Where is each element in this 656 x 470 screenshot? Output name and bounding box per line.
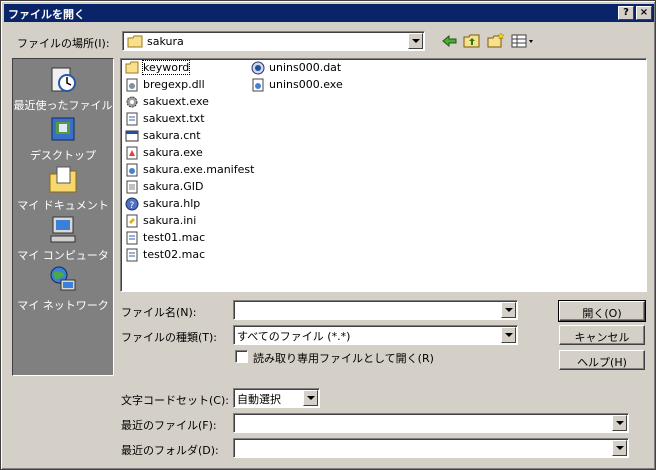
help-title-button[interactable]: ?: [618, 6, 634, 20]
open-button[interactable]: 開く(O): [558, 300, 646, 322]
help-file-icon: ?: [125, 197, 139, 211]
back-arrow-icon[interactable]: [441, 33, 459, 49]
close-title-button[interactable]: ×: [636, 6, 652, 20]
lookin-label: ファイルの場所(I):: [17, 37, 110, 50]
text-file-icon: [126, 248, 138, 262]
recent-file-label: 最近のファイル(F):: [121, 419, 217, 432]
filetype-value: すべてのファイル (*.*): [237, 330, 351, 343]
gid-file-icon: [126, 180, 138, 194]
lookin-dropdown-button[interactable]: [408, 33, 423, 49]
title-bar[interactable]: ファイルを開く ? ×: [4, 4, 654, 22]
my-documents-icon: [49, 166, 77, 193]
cancel-button[interactable]: キャンセル: [559, 325, 645, 345]
up-folder-icon[interactable]: [463, 33, 481, 49]
place-desktop[interactable]: デスクトップ: [13, 115, 113, 163]
my-network-icon: [50, 266, 76, 291]
readonly-label: 読み取り専用ファイルとして開く(R): [253, 352, 434, 365]
desktop-icon: [51, 117, 75, 141]
new-folder-icon[interactable]: [487, 33, 505, 49]
recent-file-combo[interactable]: [233, 413, 629, 433]
open-file-dialog: ファイルを開く ? × ファイルの場所(I): sakura 最近使ったファイル…: [0, 0, 656, 470]
lookin-combo[interactable]: sakura: [122, 31, 425, 51]
places-bar: 最近使ったファイル デスクトップ マイ ドキュメント マイ コンピュータ マイ …: [12, 58, 114, 376]
exe-icon: [252, 78, 264, 92]
filetype-label: ファイルの種類(T):: [121, 331, 218, 344]
charset-dropdown-button[interactable]: [303, 390, 318, 406]
readonly-checkbox[interactable]: [235, 350, 248, 363]
recent-file-dropdown-button[interactable]: [612, 415, 627, 431]
gear-exe-icon: [126, 96, 138, 108]
recent-folder-dropdown-button[interactable]: [612, 440, 627, 456]
folder-icon: [125, 61, 139, 74]
dat-file-icon: [251, 61, 265, 75]
place-my-documents[interactable]: マイ ドキュメント: [13, 165, 113, 213]
charset-label: 文字コードセット(C):: [121, 394, 229, 407]
recent-folder-label: 最近のフォルダ(D):: [121, 444, 219, 457]
recent-folder-combo[interactable]: [233, 438, 629, 458]
filename-label: ファイル名(N):: [121, 306, 197, 319]
filetype-dropdown-button[interactable]: [501, 327, 516, 343]
place-recent[interactable]: 最近使ったファイル: [13, 65, 113, 113]
place-my-computer[interactable]: マイ コンピュータ: [13, 215, 113, 263]
charset-value: 自動選択: [237, 393, 281, 406]
filename-combo[interactable]: [233, 300, 518, 320]
window-title: ファイルを開く: [8, 8, 85, 21]
manifest-icon: [126, 163, 138, 177]
place-my-network[interactable]: マイ ネットワーク: [13, 265, 113, 313]
folder-icon: [127, 35, 143, 48]
recent-icon: [51, 67, 76, 92]
help-button[interactable]: ヘルプ(H): [559, 350, 645, 370]
cnt-file-icon: [125, 130, 139, 142]
charset-combo[interactable]: 自動選択: [233, 388, 320, 408]
ini-file-icon: [126, 214, 138, 228]
my-computer-icon: [50, 216, 76, 243]
view-menu-icon[interactable]: [511, 33, 535, 49]
filename-dropdown-button[interactable]: [501, 302, 516, 318]
text-file-icon: [126, 231, 138, 245]
file-list[interactable]: keyword bregexp.dll sakuext.exe sakuext.…: [120, 58, 647, 292]
text-file-icon: [126, 112, 138, 126]
dll-icon: [126, 78, 138, 92]
lookin-value: sakura: [147, 35, 184, 48]
exe-icon: [126, 146, 138, 160]
svg-text:?: ?: [130, 201, 135, 211]
filetype-combo[interactable]: すべてのファイル (*.*): [233, 325, 518, 345]
